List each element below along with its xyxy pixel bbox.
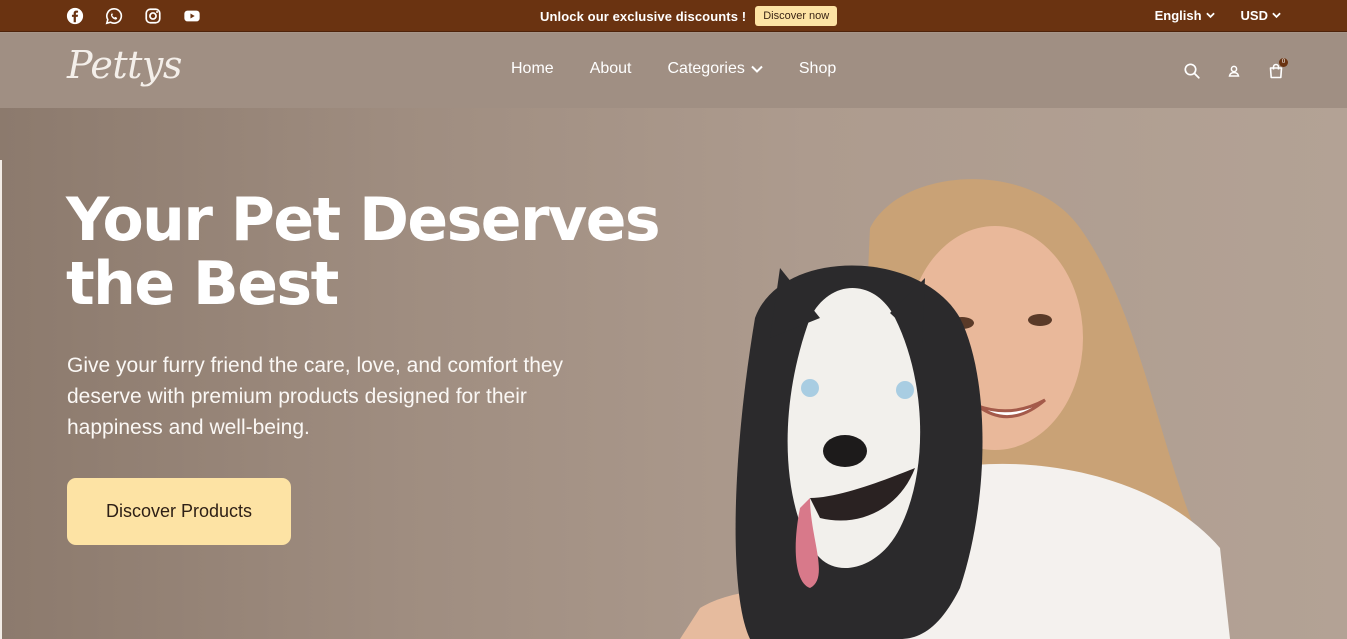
nav-about[interactable]: About — [590, 60, 632, 78]
promo-banner: Unlock our exclusive discounts ! Discove… — [540, 6, 838, 26]
discover-now-button[interactable]: Discover now — [755, 6, 838, 26]
logo[interactable]: Pettys — [67, 43, 182, 87]
currency-selector[interactable]: USD — [1241, 8, 1281, 23]
language-selector[interactable]: English — [1155, 8, 1215, 23]
user-icon[interactable] — [1225, 62, 1243, 80]
nav-label: Categories — [667, 60, 745, 77]
chevron-down-icon — [1272, 12, 1281, 19]
hero-section: Your Pet Deserves the Best Give your fur… — [0, 108, 1347, 639]
currency-label: USD — [1240, 8, 1268, 23]
nav-categories[interactable]: Categories — [668, 60, 763, 78]
site-header: Pettys Home About Categories Shop 0 — [0, 33, 1347, 108]
cart-count-badge: 0 — [1279, 58, 1288, 67]
youtube-icon[interactable] — [183, 7, 201, 25]
whatsapp-icon[interactable] — [105, 7, 123, 25]
locale-selectors: English USD — [1155, 8, 1281, 23]
hero-title: Your Pet Deserves the Best — [66, 185, 661, 319]
search-icon[interactable] — [1183, 62, 1201, 80]
facebook-icon[interactable] — [66, 7, 84, 25]
header-actions: 0 — [1183, 58, 1288, 80]
social-links — [66, 7, 222, 25]
chevron-down-icon — [1205, 12, 1215, 19]
nav-label: About — [589, 60, 632, 77]
nav-home[interactable]: Home — [511, 60, 554, 78]
hero-edge-strip — [0, 160, 2, 639]
instagram-icon[interactable] — [144, 7, 162, 25]
language-label: English — [1154, 8, 1202, 23]
nav-label: Shop — [798, 60, 837, 77]
promo-text: Unlock our exclusive discounts ! — [540, 8, 747, 24]
announcement-bar: Unlock our exclusive discounts ! Discove… — [0, 0, 1347, 32]
hero-subtitle: Give your furry friend the care, love, a… — [67, 354, 564, 439]
discover-products-button[interactable]: Discover Products — [67, 478, 291, 545]
nav-shop[interactable]: Shop — [799, 60, 836, 78]
nav-label: Home — [511, 60, 554, 77]
chevron-down-icon — [751, 65, 763, 73]
cart-icon[interactable]: 0 — [1267, 58, 1288, 80]
hero-photo — [680, 179, 1230, 639]
main-nav: Home About Categories Shop — [511, 60, 836, 78]
